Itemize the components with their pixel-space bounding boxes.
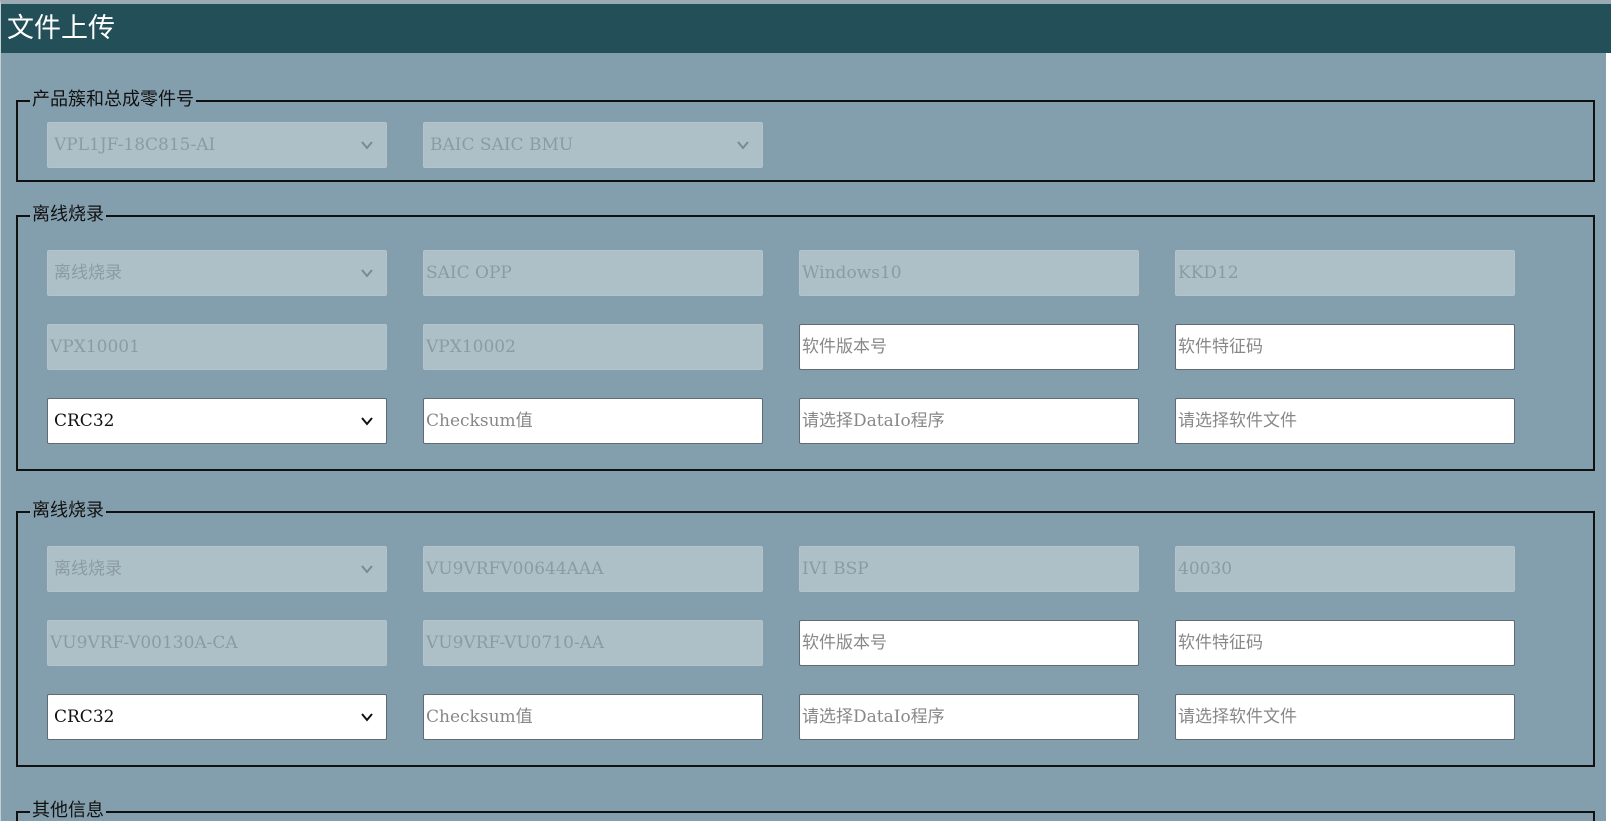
chevron-down-icon [360, 138, 374, 152]
checksum-value-input[interactable]: Checksum值 [423, 398, 763, 444]
checksum-type-select[interactable]: CRC32 [47, 694, 387, 740]
flash-mode-select[interactable]: 离线烧录 [47, 250, 387, 296]
scrollbar-track[interactable] [1606, 53, 1611, 821]
file-upload-window: 文件上传 产品簇和总成零件号 VPL1JF-18C815-AI BAIC SAI… [0, 0, 1611, 821]
chevron-down-icon [360, 710, 374, 724]
chevron-down-icon [360, 414, 374, 428]
software-version-input[interactable]: 软件版本号 [799, 324, 1139, 370]
os-field[interactable]: Windows10 [799, 250, 1139, 296]
chevron-down-icon [736, 138, 750, 152]
assembly-part-select[interactable]: BAIC SAIC BMU [423, 122, 763, 168]
software-version-input[interactable]: 软件版本号 [799, 620, 1139, 666]
chevron-down-icon [360, 266, 374, 280]
software-feature-code-input[interactable]: 软件特征码 [1175, 324, 1515, 370]
code-field[interactable]: KKD12 [1175, 250, 1515, 296]
os-field[interactable]: IVI BSP [799, 546, 1139, 592]
group-legend: 离线烧录 [30, 499, 106, 523]
chevron-down-icon [360, 562, 374, 576]
software-part-field[interactable]: VU9VRF-VU0710-AA [423, 620, 763, 666]
window-title: 文件上传 [1, 4, 1611, 53]
code-field[interactable]: 40030 [1175, 546, 1515, 592]
product-family-select[interactable]: VPL1JF-18C815-AI [47, 122, 387, 168]
offline-flash-group-2: 离线烧录 离线烧录 VU9VRFV00644AAA IVI BSP 40030 … [16, 499, 1595, 767]
software-part-field[interactable]: VPX10002 [423, 324, 763, 370]
dataio-program-picker[interactable]: 请选择DataIo程序 [799, 694, 1139, 740]
platform-field[interactable]: VU9VRFV00644AAA [423, 546, 763, 592]
checksum-type-select[interactable]: CRC32 [47, 398, 387, 444]
hardware-part-field[interactable]: VPX10001 [47, 324, 387, 370]
software-feature-code-input[interactable]: 软件特征码 [1175, 620, 1515, 666]
offline-flash-group-1: 离线烧录 离线烧录 SAIC OPP Windows10 KKD12 VPX10… [16, 203, 1595, 471]
group-legend: 产品簇和总成零件号 [30, 88, 196, 112]
platform-field[interactable]: SAIC OPP [423, 250, 763, 296]
software-file-picker[interactable]: 请选择软件文件 [1175, 694, 1515, 740]
software-file-picker[interactable]: 请选择软件文件 [1175, 398, 1515, 444]
dataio-program-picker[interactable]: 请选择DataIo程序 [799, 398, 1139, 444]
group-legend: 其他信息 [30, 799, 106, 821]
checksum-value-input[interactable]: Checksum值 [423, 694, 763, 740]
other-info-group: 其他信息 [16, 799, 1595, 821]
product-family-group: 产品簇和总成零件号 VPL1JF-18C815-AI BAIC SAIC BMU [16, 88, 1595, 182]
group-legend: 离线烧录 [30, 203, 106, 227]
hardware-part-field[interactable]: VU9VRF-V00130A-CA [47, 620, 387, 666]
flash-mode-select[interactable]: 离线烧录 [47, 546, 387, 592]
